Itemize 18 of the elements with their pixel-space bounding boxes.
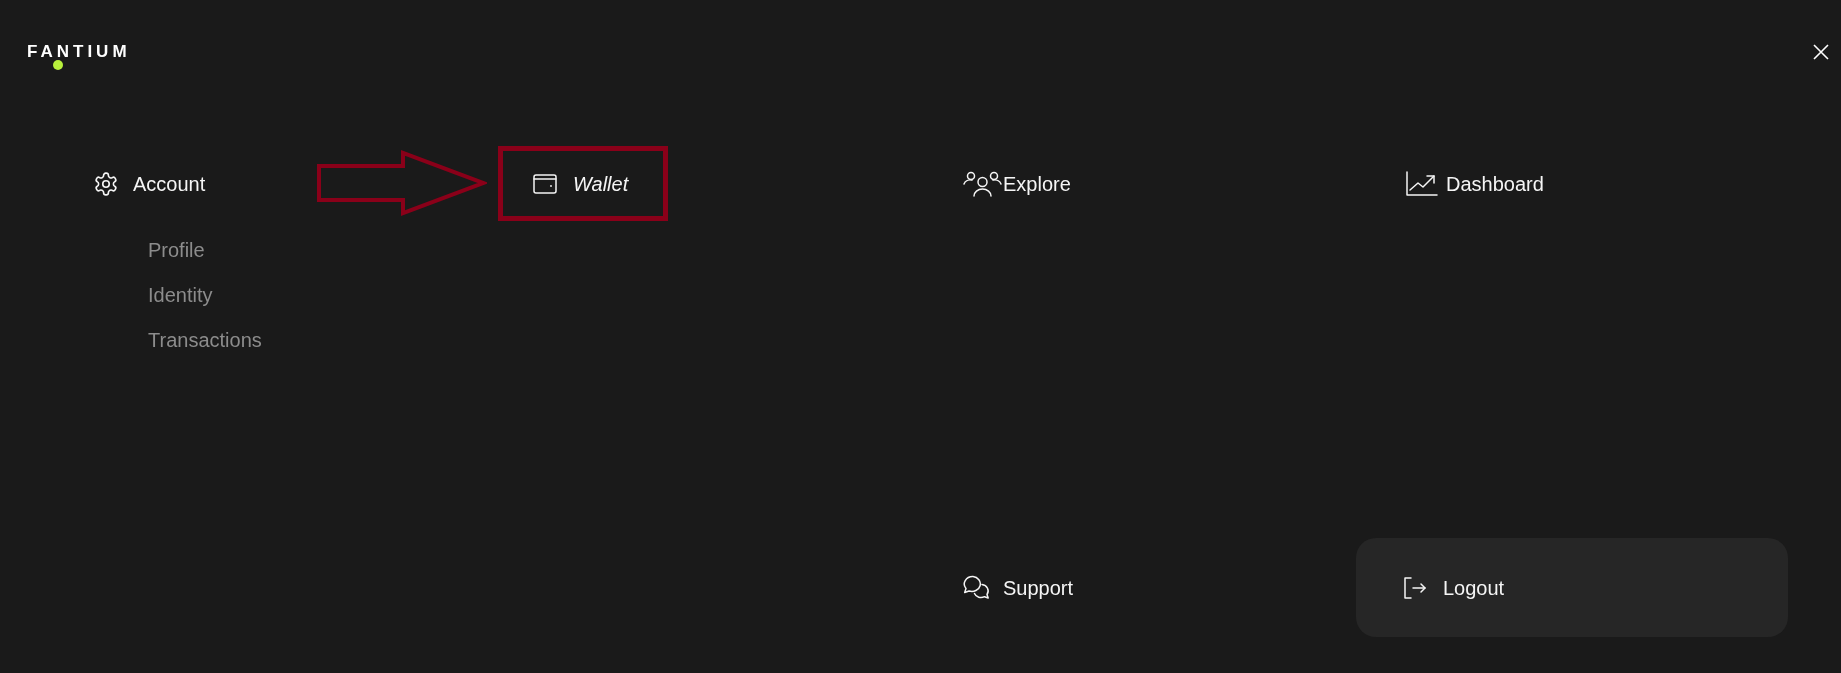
submenu-link[interactable]: Profile <box>148 236 205 264</box>
logout-card-button[interactable]: Logout <box>1356 538 1788 637</box>
menu-item[interactable]: Support <box>963 573 1074 602</box>
menu-item[interactable]: Wallet <box>498 146 669 221</box>
menu-item[interactable]: Dashboard <box>1406 169 1544 198</box>
logout-icon <box>1403 576 1427 599</box>
line-chart-icon <box>1406 171 1438 196</box>
logo: FANTIUM <box>27 44 131 59</box>
menu-item[interactable]: Explore <box>963 169 1071 198</box>
menu-item[interactable]: Account <box>93 169 206 198</box>
close-button[interactable] <box>1813 44 1829 60</box>
wallet-icon <box>533 173 557 194</box>
chat-bubbles-icon <box>963 575 990 600</box>
users-icon <box>963 170 1002 197</box>
close-icon <box>1813 44 1829 60</box>
submenu-link[interactable]: Identity <box>148 281 213 309</box>
submenu-link[interactable]: Transactions <box>148 326 262 354</box>
settings-icon <box>93 170 119 197</box>
